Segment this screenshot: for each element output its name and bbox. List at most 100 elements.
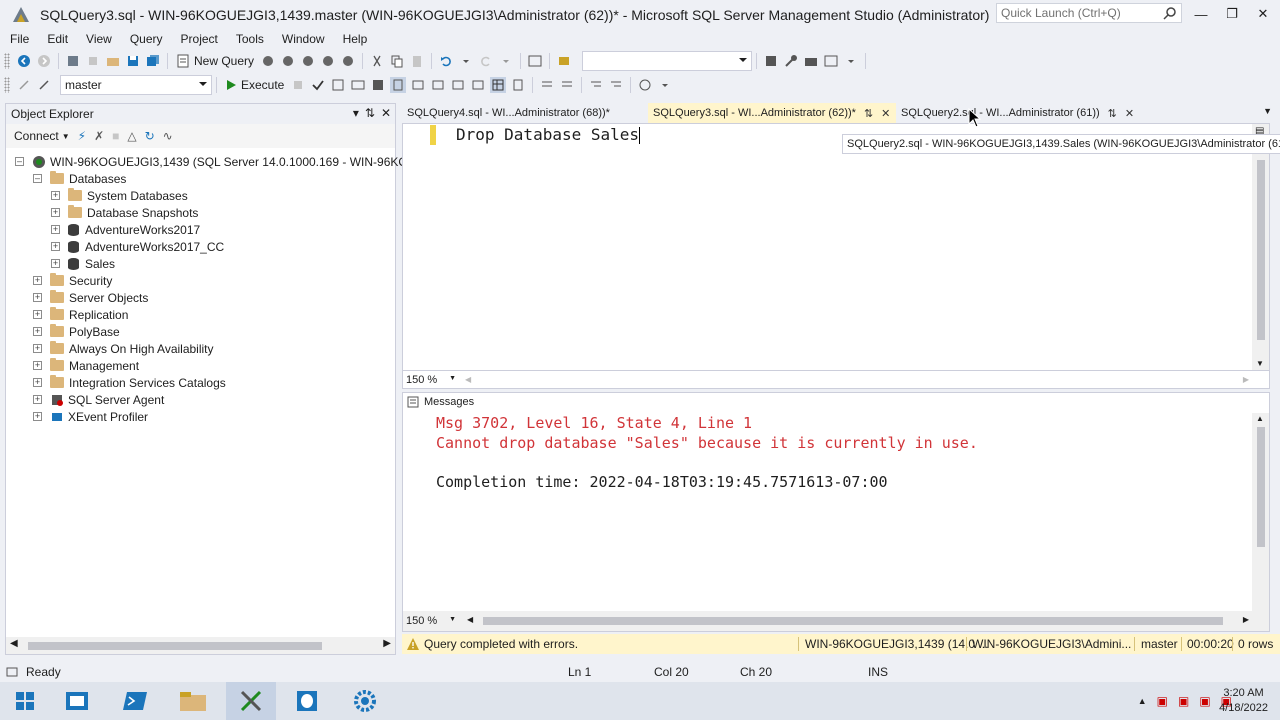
find-combo[interactable] — [582, 51, 753, 71]
add-item-icon[interactable] — [85, 53, 101, 69]
forward-icon[interactable] — [36, 53, 52, 69]
dropdown-arrow-icon[interactable] — [498, 53, 514, 69]
pin-icon[interactable]: ⇅ — [365, 106, 375, 120]
tab-overflow-icon[interactable]: ▼ — [1263, 106, 1272, 116]
start-button[interactable] — [0, 682, 50, 720]
menu-project[interactable]: Project — [172, 32, 227, 46]
tree-node-sales[interactable]: + Sales — [51, 255, 115, 272]
tree-node-database-snapshots[interactable]: + Database Snapshots — [51, 204, 198, 221]
query-designer-icon[interactable] — [350, 77, 366, 93]
tree-node-management[interactable]: + Management — [33, 357, 139, 374]
tree-node-security[interactable]: + Security — [33, 272, 112, 289]
menu-query[interactable]: Query — [121, 32, 172, 46]
undo-icon[interactable] — [438, 53, 454, 69]
back-icon[interactable] — [16, 53, 32, 69]
client-statistics-icon[interactable] — [450, 77, 466, 93]
expand-icon[interactable]: + — [51, 225, 60, 234]
menu-help[interactable]: Help — [334, 32, 377, 46]
xmla-query-icon[interactable] — [300, 53, 316, 69]
expand-icon[interactable]: + — [33, 395, 42, 404]
taskbar-settings[interactable] — [340, 682, 390, 720]
intellisense-icon[interactable] — [390, 77, 407, 93]
decrease-indent-icon[interactable] — [588, 77, 604, 93]
expand-icon[interactable]: + — [33, 327, 42, 336]
quick-launch-input[interactable]: Quick Launch (Ctrl+Q) — [996, 3, 1182, 23]
tree-node-sql-server-agent[interactable]: + SQL Server Agent — [33, 391, 164, 408]
dmx-query-icon[interactable] — [280, 53, 296, 69]
copy-icon[interactable] — [389, 53, 405, 69]
taskbar-powershell[interactable] — [110, 682, 160, 720]
save-all-icon[interactable] — [145, 53, 161, 69]
scroll-right-icon[interactable]: ▶ — [383, 638, 391, 649]
tree-node-adventureworks2017-cc[interactable]: + AdventureWorks2017_CC — [51, 238, 224, 255]
available-databases-combo[interactable]: master — [60, 75, 212, 95]
tree-node-databases[interactable]: – Databases — [33, 170, 126, 187]
expand-icon[interactable]: + — [33, 344, 42, 353]
tray-display-icon[interactable]: ▣ — [1178, 694, 1189, 708]
expand-icon[interactable]: + — [33, 276, 42, 285]
redo-icon[interactable] — [478, 53, 494, 69]
scroll-left-icon[interactable]: ◀ — [467, 615, 473, 624]
taskbar-file-explorer[interactable] — [168, 682, 218, 720]
comment-out-icon[interactable] — [539, 77, 555, 93]
toolbox-icon[interactable] — [803, 53, 819, 69]
scroll-left-icon[interactable]: ◀ — [465, 375, 471, 384]
parse-icon[interactable] — [310, 77, 326, 93]
menu-view[interactable]: View — [77, 32, 121, 46]
expand-icon[interactable]: + — [51, 242, 60, 251]
results-zoom-combo[interactable]: 150 % ▼ — [403, 613, 459, 629]
live-query-stats-icon[interactable] — [430, 77, 446, 93]
disconnect-icon[interactable]: ✗ — [94, 129, 104, 143]
minimize-button[interactable]: — — [1186, 4, 1216, 24]
scroll-right-icon[interactable]: ▶ — [1243, 615, 1249, 624]
expand-icon[interactable]: + — [33, 378, 42, 387]
scroll-right-icon[interactable]: ▶ — [1243, 375, 1249, 384]
menu-window[interactable]: Window — [273, 32, 334, 46]
dropdown-arrow-icon[interactable] — [657, 77, 673, 93]
expand-icon[interactable]: + — [51, 259, 60, 268]
collapse-icon[interactable]: – — [15, 157, 24, 166]
expand-icon[interactable]: + — [51, 191, 60, 200]
tab-sqlquery4[interactable]: SQLQuery4.sql - WI...Administrator (68))… — [402, 103, 648, 123]
tree-node-integration-services[interactable]: + Integration Services Catalogs — [33, 374, 226, 391]
results-to-file-icon[interactable] — [510, 77, 526, 93]
scroll-thumb[interactable] — [1257, 160, 1265, 340]
open-file-icon[interactable] — [105, 53, 121, 69]
menu-tools[interactable]: Tools — [227, 32, 273, 46]
activity-monitor-icon[interactable] — [527, 53, 543, 69]
filter-icon[interactable]: △ — [127, 129, 136, 143]
close-tab-icon[interactable]: ✕ — [881, 107, 890, 120]
taskbar-ssms[interactable] — [226, 682, 276, 720]
new-query-button[interactable]: New Query — [172, 51, 258, 71]
activity-icon[interactable]: ∿ — [163, 129, 173, 143]
close-icon[interactable]: ✕ — [381, 106, 391, 120]
tree-node-server[interactable]: – WIN-96KOGUEJGI3,1439 (SQL Server 14.0.… — [15, 153, 462, 170]
scroll-up-icon[interactable]: ▲ — [1256, 414, 1264, 423]
uncomment-icon[interactable] — [559, 77, 575, 93]
tools-icon[interactable] — [783, 53, 799, 69]
taskbar-database-app[interactable] — [282, 682, 332, 720]
maximize-button[interactable]: ❐ — [1217, 4, 1247, 24]
scroll-thumb[interactable] — [1257, 427, 1265, 547]
tree-node-replication[interactable]: + Replication — [33, 306, 128, 323]
tree-node-xevent-profiler[interactable]: + XEvent Profiler — [33, 408, 148, 425]
connect-icon[interactable] — [16, 77, 32, 93]
results-to-text-icon[interactable] — [470, 77, 486, 93]
window-position-icon[interactable]: ▾ — [353, 106, 359, 120]
tray-expand-icon[interactable]: ▲ — [1138, 696, 1147, 706]
taskbar-server-manager[interactable] — [52, 682, 102, 720]
pin-icon[interactable]: ⇅ — [864, 107, 873, 120]
include-actual-plan-icon[interactable] — [410, 77, 426, 93]
scroll-down-icon[interactable]: ▼ — [1256, 359, 1264, 368]
tree-node-always-on[interactable]: + Always On High Availability — [33, 340, 214, 357]
editor-vertical-scrollbar[interactable]: ▤ ▼ — [1252, 124, 1269, 370]
tray-network-icon[interactable]: ▣ — [1157, 694, 1168, 708]
tree-node-server-objects[interactable]: + Server Objects — [33, 289, 148, 306]
mdx-query-icon[interactable] — [260, 53, 276, 69]
toolbar-grip[interactable] — [4, 53, 10, 69]
expand-icon[interactable]: + — [33, 412, 42, 421]
specify-template-values-icon[interactable] — [637, 77, 653, 93]
expand-icon[interactable]: + — [33, 293, 42, 302]
toolbar-grip[interactable] — [4, 77, 10, 93]
paste-icon[interactable] — [409, 53, 425, 69]
